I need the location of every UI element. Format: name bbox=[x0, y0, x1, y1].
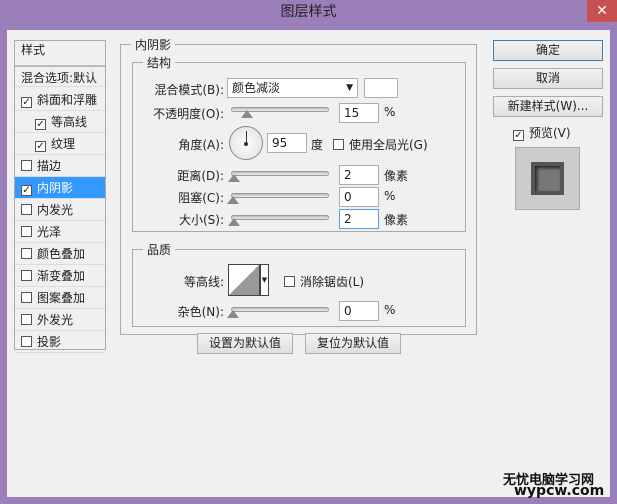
preview-checkbox[interactable]: ✓ 预览(V) bbox=[513, 124, 571, 141]
dialog-title: 图层样式 bbox=[280, 4, 337, 20]
style-list-header[interactable]: 样式 bbox=[15, 41, 105, 67]
checkbox-icon[interactable] bbox=[21, 336, 32, 347]
cancel-button[interactable]: 取消 bbox=[493, 68, 603, 89]
chevron-down-icon: ▼ bbox=[346, 83, 353, 93]
checkmark-icon[interactable]: ✓ bbox=[21, 185, 32, 196]
contour-label: 等高线: bbox=[183, 275, 224, 289]
style-preview bbox=[515, 147, 580, 210]
style-item-label: 内阴影 bbox=[37, 181, 74, 195]
distance-label: 距离(D): bbox=[177, 169, 224, 183]
checkmark-icon[interactable]: ✓ bbox=[21, 97, 32, 108]
global-light-label: 使用全局光(G) bbox=[349, 138, 428, 152]
choke-slider[interactable] bbox=[227, 193, 329, 204]
style-item-label: 光泽 bbox=[37, 225, 62, 239]
choke-unit: % bbox=[384, 189, 396, 203]
style-item-label: 投影 bbox=[37, 335, 62, 349]
checkbox-icon[interactable] bbox=[21, 314, 32, 325]
style-item-label: 颜色叠加 bbox=[37, 247, 86, 261]
new-style-button[interactable]: 新建样式(W)... bbox=[493, 96, 603, 117]
noise-thumb[interactable] bbox=[227, 310, 239, 318]
size-label: 大小(S): bbox=[178, 213, 224, 227]
distance-slider[interactable] bbox=[228, 171, 329, 182]
style-item[interactable]: 光泽 bbox=[15, 221, 105, 243]
distance-input[interactable]: 2 bbox=[339, 165, 379, 185]
group-title: 内阴影 bbox=[131, 36, 176, 53]
checkbox-icon[interactable] bbox=[21, 248, 32, 259]
style-item-label: 纹理 bbox=[51, 137, 76, 151]
style-item-label: 斜面和浮雕 bbox=[37, 93, 98, 107]
opacity-input[interactable]: 15 bbox=[339, 103, 379, 123]
style-item-label: 等高线 bbox=[51, 115, 88, 129]
noise-unit: % bbox=[384, 303, 396, 317]
contour-dropdown-icon[interactable]: ▼ bbox=[260, 264, 269, 296]
style-item[interactable]: ✓ 内阴影 bbox=[15, 177, 105, 199]
preview-label: 预览(V) bbox=[529, 126, 571, 140]
checkbox-icon[interactable] bbox=[21, 226, 32, 237]
style-item[interactable]: ✓ 纹理 bbox=[15, 133, 105, 155]
reset-default-button[interactable]: 复位为默认值 bbox=[305, 333, 401, 354]
size-input[interactable]: 2 bbox=[339, 209, 379, 229]
style-item[interactable]: ✓ 斜面和浮雕 bbox=[15, 89, 105, 111]
structure-title: 结构 bbox=[143, 54, 176, 71]
shadow-color-swatch[interactable] bbox=[364, 78, 398, 98]
quality-title: 品质 bbox=[143, 241, 176, 258]
checkmark-icon[interactable]: ✓ bbox=[513, 130, 524, 141]
choke-thumb[interactable] bbox=[227, 196, 239, 204]
close-button[interactable]: ✕ bbox=[587, 0, 617, 22]
blend-mode-select[interactable]: 颜色减淡 ▼ bbox=[227, 78, 358, 98]
angle-input[interactable]: 95 bbox=[267, 133, 307, 153]
antialias-label: 消除锯齿(L) bbox=[300, 275, 365, 289]
antialias-checkbox[interactable]: 消除锯齿(L) bbox=[284, 273, 364, 290]
global-light-checkbox[interactable]: 使用全局光(G) bbox=[333, 136, 428, 153]
checkbox-icon[interactable] bbox=[21, 160, 32, 171]
angle-unit: 度 bbox=[311, 138, 324, 152]
style-item-label: 描边 bbox=[37, 159, 62, 173]
blending-options[interactable]: 混合选项:默认 bbox=[15, 65, 105, 87]
angle-dial[interactable] bbox=[229, 126, 263, 160]
checkmark-icon[interactable]: ✓ bbox=[35, 119, 46, 130]
size-slider[interactable] bbox=[228, 215, 329, 226]
ok-button[interactable]: 确定 bbox=[493, 40, 603, 61]
style-item[interactable]: 投影 bbox=[15, 331, 105, 353]
size-thumb[interactable] bbox=[228, 218, 240, 226]
noise-label: 杂色(N): bbox=[177, 305, 224, 319]
watermark-url: wypcw.com bbox=[514, 483, 605, 499]
style-item-label: 内发光 bbox=[37, 203, 74, 217]
size-unit: 像素 bbox=[384, 213, 409, 227]
checkbox-icon[interactable] bbox=[333, 139, 344, 150]
checkbox-icon[interactable] bbox=[284, 276, 295, 287]
distance-thumb[interactable] bbox=[228, 174, 240, 182]
checkbox-icon[interactable] bbox=[21, 270, 32, 281]
style-item[interactable]: 颜色叠加 bbox=[15, 243, 105, 265]
checkbox-icon[interactable] bbox=[21, 292, 32, 303]
checkmark-icon[interactable]: ✓ bbox=[35, 141, 46, 152]
style-item[interactable]: ✓ 等高线 bbox=[15, 111, 105, 133]
opacity-unit: % bbox=[384, 105, 396, 119]
set-default-button[interactable]: 设置为默认值 bbox=[197, 333, 293, 354]
style-item-label: 渐变叠加 bbox=[37, 269, 86, 283]
blend-mode-value: 颜色减淡 bbox=[232, 81, 281, 95]
noise-slider[interactable] bbox=[227, 307, 329, 318]
blend-mode-label: 混合模式(B): bbox=[154, 83, 224, 97]
checkbox-icon[interactable] bbox=[21, 204, 32, 215]
style-item[interactable]: 渐变叠加 bbox=[15, 265, 105, 287]
distance-unit: 像素 bbox=[384, 169, 409, 183]
choke-label: 阻塞(C): bbox=[178, 191, 224, 205]
style-item[interactable]: 外发光 bbox=[15, 309, 105, 331]
opacity-slider[interactable] bbox=[231, 107, 329, 118]
style-list: 样式 混合选项:默认 ✓ 斜面和浮雕 ✓ 等高线 ✓ 纹理描边 ✓ 内阴影内发光光泽颜色叠加渐… bbox=[14, 40, 106, 353]
contour-picker[interactable] bbox=[228, 264, 260, 296]
opacity-thumb[interactable] bbox=[241, 110, 253, 118]
noise-input[interactable]: 0 bbox=[339, 301, 379, 321]
preview-swatch bbox=[531, 162, 564, 195]
style-item-label: 外发光 bbox=[37, 313, 74, 327]
angle-label: 角度(A): bbox=[178, 138, 224, 152]
choke-input[interactable]: 0 bbox=[339, 187, 379, 207]
style-item[interactable]: 描边 bbox=[15, 155, 105, 177]
opacity-label: 不透明度(O): bbox=[153, 107, 224, 121]
style-item-label: 图案叠加 bbox=[37, 291, 86, 305]
style-item[interactable]: 内发光 bbox=[15, 199, 105, 221]
style-item[interactable]: 图案叠加 bbox=[15, 287, 105, 309]
